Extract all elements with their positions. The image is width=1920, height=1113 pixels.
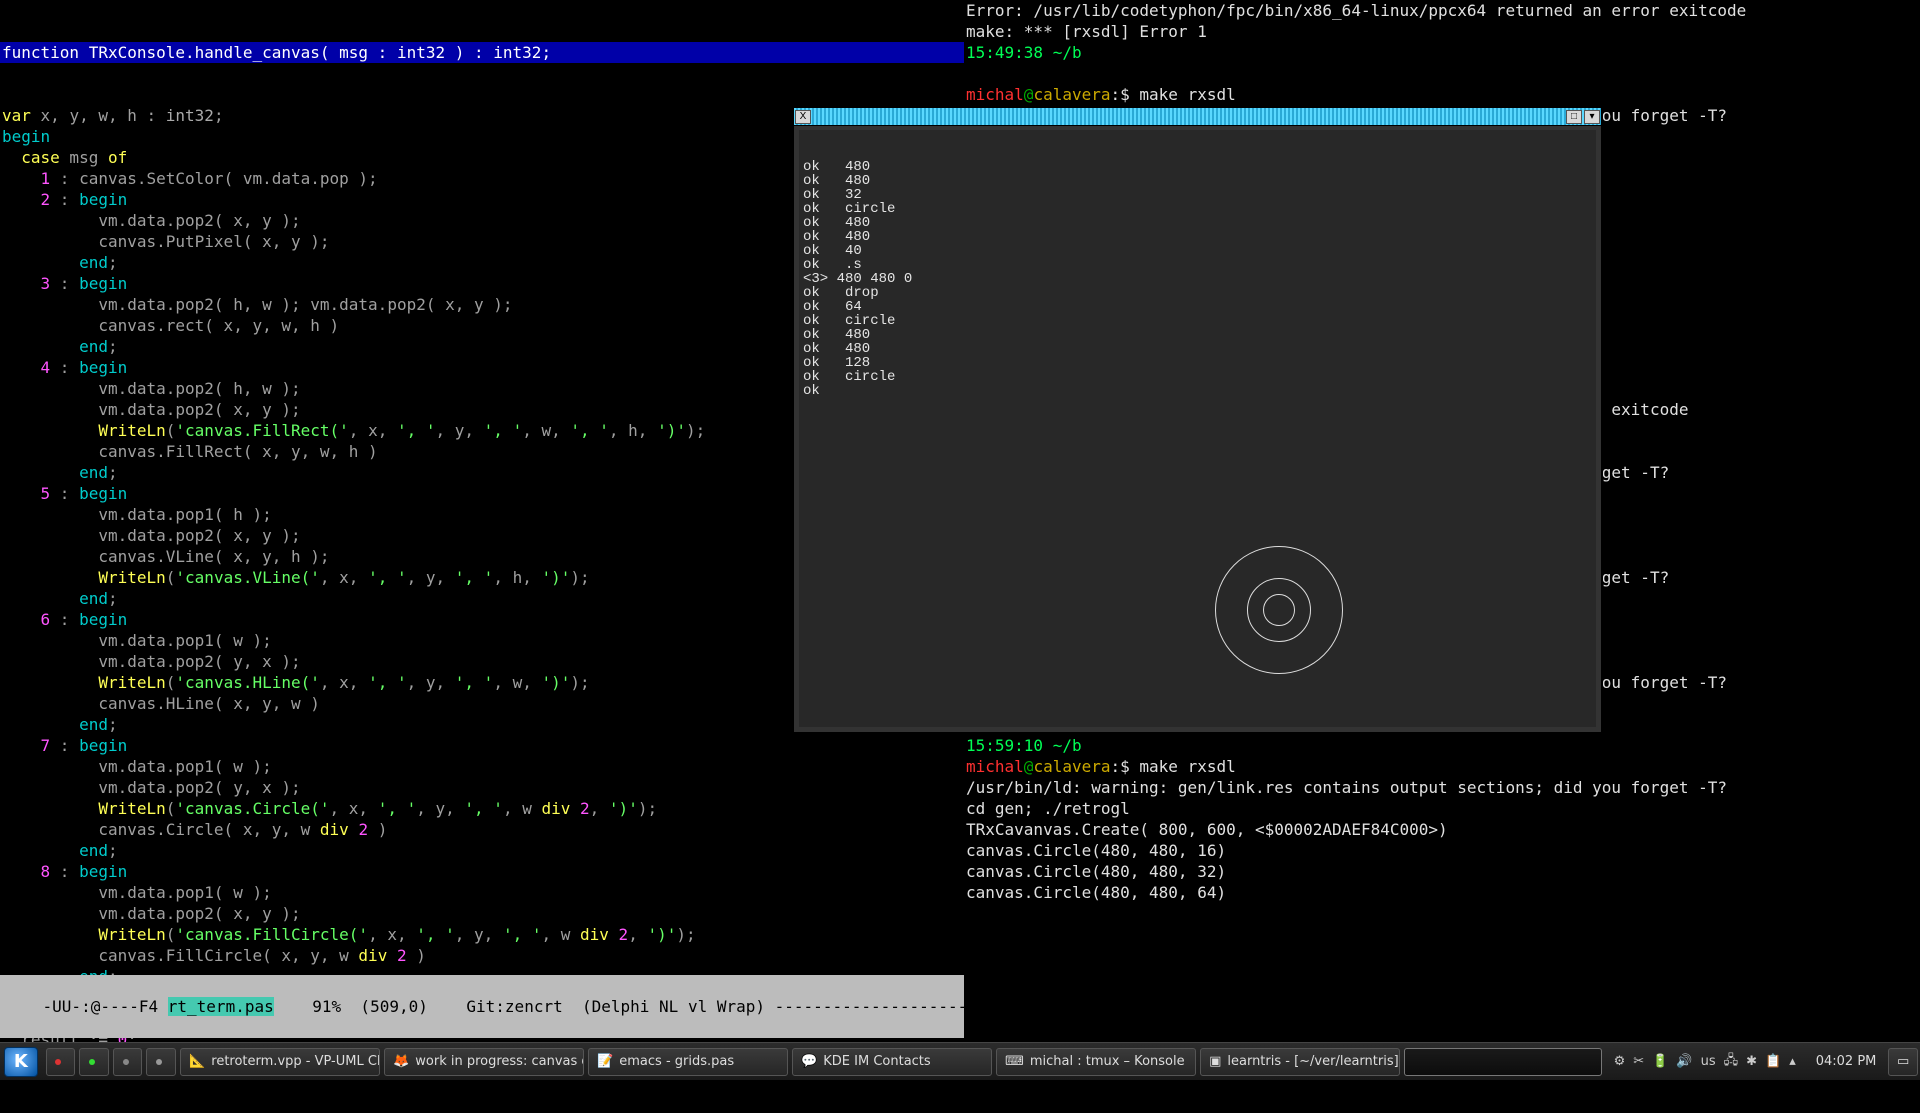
tray-settings-icon[interactable]: ⚙ [1614, 1054, 1626, 1069]
kde-menu-button[interactable]: K [4, 1047, 38, 1077]
quicklaunch-1[interactable] [46, 1048, 76, 1076]
status-left: -UU-:@----F4 [43, 997, 168, 1016]
task-button[interactable]: 📝emacs - grids.pas [588, 1048, 788, 1076]
system-tray[interactable]: ⚙ ✂ 🔋 🔊 us 🖧 ✱ 📋 ▴ [1604, 1051, 1806, 1073]
quicklaunch-3[interactable] [113, 1048, 143, 1076]
task-button[interactable]: ▣learntris - [~/ver/learntris] - [1200, 1048, 1400, 1076]
task-active[interactable] [1404, 1048, 1602, 1076]
tray-scissors-icon[interactable]: ✂ [1633, 1054, 1644, 1069]
taskbar[interactable]: K 📐retroterm.vpp - VP-UML CE (🦊work in p… [0, 1042, 1920, 1080]
task-button[interactable]: 💬KDE IM Contacts [792, 1048, 992, 1076]
sdl-client: ok 480 ok 480 ok 32 ok circle ok 480 ok … [799, 130, 1596, 727]
quicklaunch-4[interactable] [146, 1048, 176, 1076]
quicklaunch-2[interactable] [79, 1048, 109, 1076]
tray-kbd-layout[interactable]: us [1701, 1054, 1716, 1069]
drawn-circle [1215, 546, 1343, 674]
tray-clipboard-icon[interactable]: 📋 [1765, 1054, 1781, 1069]
status-filename: rt_term.pas [168, 997, 274, 1016]
minimize-icon[interactable]: ▾ [1584, 110, 1600, 124]
tray-volume-icon[interactable]: 🔊 [1676, 1054, 1692, 1069]
tray-bluetooth-icon[interactable]: ✱ [1746, 1054, 1757, 1069]
tray-network-icon[interactable]: 🖧 [1724, 1051, 1739, 1073]
task-button[interactable]: 📐retroterm.vpp - VP-UML CE ( [180, 1048, 380, 1076]
close-icon[interactable]: X [795, 110, 811, 124]
task-button[interactable]: 🦊work in progress: canvas dev [384, 1048, 584, 1076]
sdl-canvas [799, 130, 1596, 727]
sdl-titlebar[interactable]: X □ ▾ [794, 108, 1601, 126]
editor-header: function TRxConsole.handle_canvas( msg :… [0, 42, 964, 63]
task-button[interactable]: ⌨michal : tmux – Konsole [996, 1048, 1196, 1076]
sdl-window[interactable]: X □ ▾ ok 480 ok 480 ok 32 ok circle ok 4… [792, 106, 1603, 734]
show-desktop-button[interactable]: ▭ [1888, 1048, 1918, 1076]
editor-statusbar: -UU-:@----F4 rt_term.pas 91% (509,0) Git… [0, 975, 964, 1038]
taskbar-clock[interactable]: 04:02 PM [1816, 1054, 1877, 1069]
tray-expand-icon[interactable]: ▴ [1789, 1054, 1796, 1069]
tray-battery-icon[interactable]: 🔋 [1652, 1054, 1668, 1069]
maximize-icon[interactable]: □ [1566, 110, 1582, 124]
